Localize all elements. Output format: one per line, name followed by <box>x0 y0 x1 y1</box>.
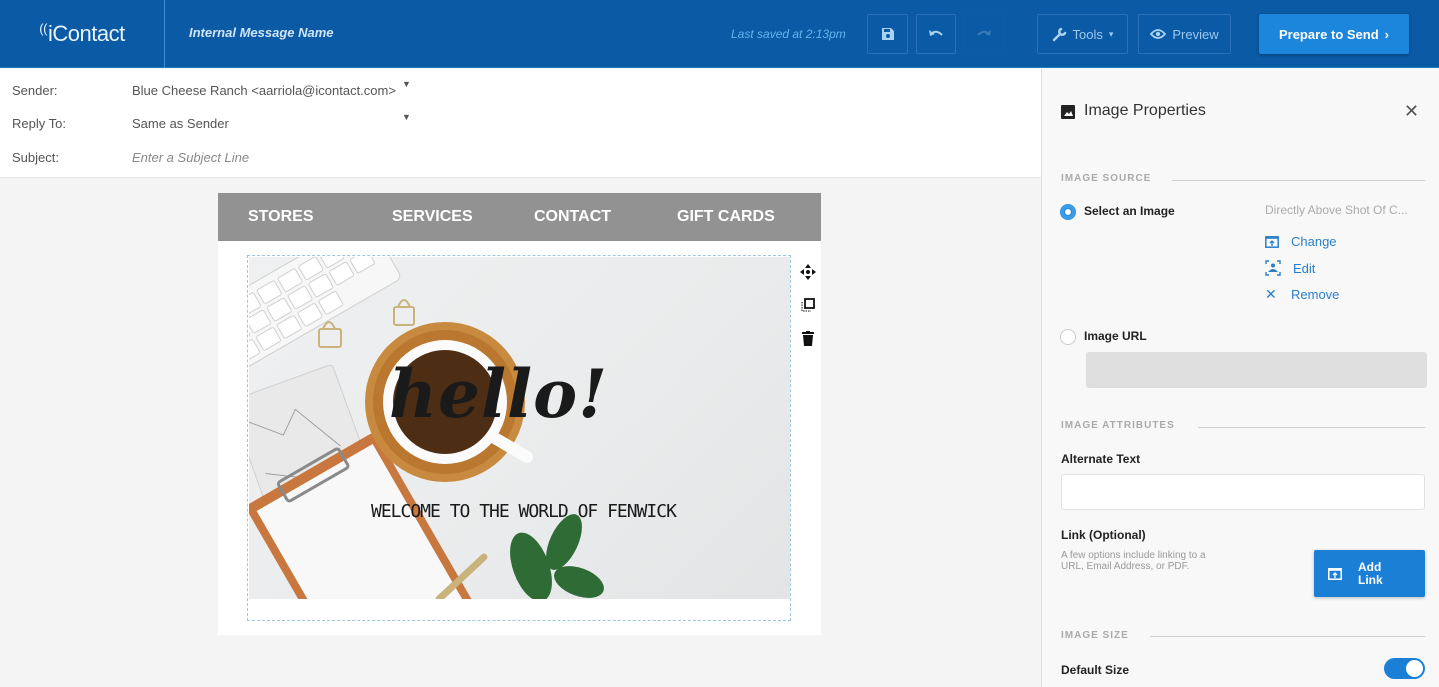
last-saved-status: Last saved at 2:13pm <box>731 27 846 41</box>
change-label: Change <box>1291 234 1337 249</box>
reply-to-select[interactable]: Same as Sender <box>132 116 229 131</box>
add-link-label: Add Link <box>1358 559 1383 587</box>
tools-menu-button[interactable]: Tools ▾ <box>1037 14 1128 54</box>
add-link-label-line2: Link <box>1358 572 1383 587</box>
logo-mark-icon: (( <box>39 20 47 36</box>
link-help-text: A few options include linking to a URL, … <box>1061 550 1206 572</box>
prepare-to-send-label: Prepare to Send <box>1278 26 1379 42</box>
select-image-label: Select an Image <box>1084 204 1175 218</box>
reply-to-dropdown-icon[interactable]: ▼ <box>402 112 411 122</box>
email-nav-bar[interactable]: STORES SERVICES CONTACT GIFT CARDS <box>218 193 821 241</box>
image-url-radio[interactable] <box>1060 329 1076 345</box>
hero-image[interactable]: hello! WELCOME TO THE WORLD OF FENWICK <box>249 257 790 599</box>
image-icon <box>1061 105 1075 119</box>
remove-label: Remove <box>1291 287 1340 302</box>
close-icon: ✕ <box>1404 101 1420 121</box>
reply-to-row: Reply To: Same as Sender ▼ <box>0 112 1041 136</box>
upload-icon <box>1265 235 1279 248</box>
email-canvas: STORES SERVICES CONTACT GIFT CARDS hello… <box>0 179 1041 687</box>
panel-title: Image Properties <box>1084 102 1206 119</box>
duplicate-block-button[interactable] <box>795 290 821 320</box>
add-link-label-line1: Add <box>1358 559 1382 574</box>
nav-item-contact[interactable]: CONTACT <box>534 208 611 226</box>
hero-subtitle: WELCOME TO THE WORLD OF FENWICK <box>371 501 677 522</box>
delete-block-button[interactable] <box>795 323 821 353</box>
preview-label: Preview <box>1172 26 1219 42</box>
section-divider <box>1150 636 1425 637</box>
nav-item-stores[interactable]: STORES <box>248 208 314 226</box>
selected-image-name: Directly Above Shot Of C... <box>1265 203 1408 217</box>
undo-icon <box>929 30 943 36</box>
default-size-label: Default Size <box>1061 663 1130 677</box>
sender-select[interactable]: Blue Cheese Ranch <aarriola@icontact.com… <box>132 83 396 98</box>
top-bar: ((iContact Internal Message Name Last sa… <box>0 0 1439 68</box>
subject-row: Subject: Enter a Subject Line <box>0 150 1041 170</box>
prepare-to-send-button[interactable]: Prepare to Send › <box>1259 14 1409 54</box>
select-image-radio[interactable] <box>1060 204 1076 220</box>
trash-icon <box>802 330 814 346</box>
alt-text-input[interactable] <box>1061 474 1425 510</box>
remove-icon: ✕ <box>1265 286 1277 302</box>
edit-image-button[interactable]: Edit <box>1265 260 1315 276</box>
close-panel-button[interactable]: ✕ <box>1404 102 1419 120</box>
logo-text: iContact <box>47 21 125 46</box>
link-label: Link (Optional) <box>1061 528 1146 542</box>
keyboard-graphic <box>249 257 401 372</box>
email-body: STORES SERVICES CONTACT GIFT CARDS hello… <box>218 193 821 635</box>
leaves-graphic <box>510 514 604 599</box>
move-block-button[interactable] <box>795 257 821 287</box>
section-divider <box>1172 180 1425 181</box>
image-properties-panel: Image Properties ✕ IMAGE SOURCE Select a… <box>1041 69 1439 687</box>
image-source-heading: IMAGE SOURCE <box>1061 173 1152 184</box>
icontact-logo[interactable]: ((iContact <box>0 0 165 68</box>
image-attributes-heading: IMAGE ATTRIBUTES <box>1061 420 1175 431</box>
preview-button[interactable]: Preview <box>1138 14 1231 54</box>
add-link-icon <box>1328 567 1342 580</box>
block-tools <box>795 257 821 356</box>
tools-label: Tools <box>1072 26 1103 42</box>
section-divider <box>1198 427 1425 428</box>
redo-button[interactable] <box>964 14 1004 54</box>
duplicate-icon <box>801 298 815 312</box>
chevron-down-icon: ▾ <box>1108 28 1114 39</box>
sender-dropdown-icon[interactable]: ▼ <box>402 79 411 89</box>
remove-image-button[interactable]: ✕ Remove <box>1265 286 1339 303</box>
reply-to-label: Reply To: <box>12 116 66 131</box>
undo-button[interactable] <box>916 14 956 54</box>
message-header-fields: Sender: Blue Cheese Ranch <aarriola@icon… <box>0 69 1041 178</box>
subject-input[interactable]: Enter a Subject Line <box>132 150 249 165</box>
add-link-button[interactable]: Add Link <box>1314 550 1425 597</box>
save-button[interactable] <box>867 14 908 54</box>
redo-icon <box>977 30 991 36</box>
move-icon <box>800 264 816 280</box>
image-url-label: Image URL <box>1084 329 1147 343</box>
change-image-button[interactable]: Change <box>1265 234 1337 249</box>
edit-image-icon <box>1265 260 1281 276</box>
edit-label: Edit <box>1293 260 1316 276</box>
eye-icon <box>1150 29 1167 39</box>
subject-label: Subject: <box>12 150 59 165</box>
wrench-icon <box>1052 27 1066 41</box>
hero-title: hello! <box>389 355 609 433</box>
sender-label: Sender: <box>12 83 58 98</box>
chevron-right-icon: › <box>1384 26 1390 42</box>
nav-item-gift-cards[interactable]: GIFT CARDS <box>677 208 775 226</box>
image-url-input[interactable] <box>1086 352 1427 388</box>
default-size-toggle[interactable] <box>1384 658 1425 679</box>
nav-item-services[interactable]: SERVICES <box>392 208 473 226</box>
image-size-heading: IMAGE SIZE <box>1061 630 1129 641</box>
save-icon <box>881 28 894 40</box>
sender-row: Sender: Blue Cheese Ranch <aarriola@icon… <box>0 79 1041 103</box>
selected-image-block[interactable]: hello! WELCOME TO THE WORLD OF FENWICK <box>247 255 791 621</box>
alt-text-label: Alternate Text <box>1061 452 1141 466</box>
internal-message-name[interactable]: Internal Message Name <box>189 25 334 40</box>
